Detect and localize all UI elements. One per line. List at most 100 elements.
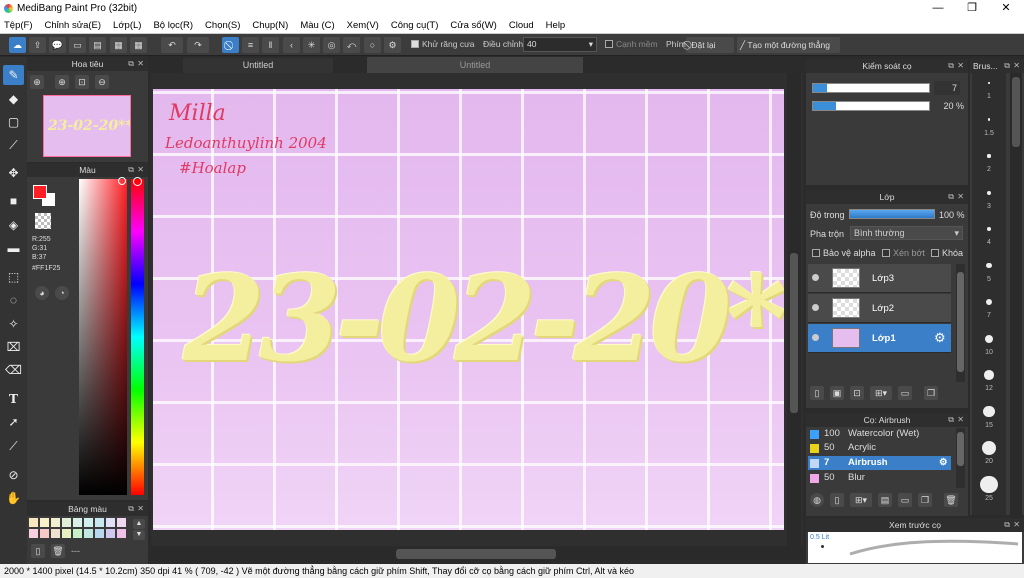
menu-color[interactable]: Màu (C): [300, 20, 334, 31]
palette-swatch[interactable]: [51, 518, 60, 527]
popout-icon[interactable]: ⧉: [128, 163, 134, 177]
menu-filter[interactable]: Bộ lọc(R): [153, 20, 193, 31]
color-settings-icon[interactable]: ◔: [55, 286, 69, 300]
brush-size-dot[interactable]: [988, 82, 990, 84]
popout-icon[interactable]: ⧉: [128, 502, 134, 516]
document-icon[interactable]: ▤: [89, 37, 106, 53]
palette-more-icon[interactable]: ---: [71, 546, 80, 556]
palette-up-icon[interactable]: ▲: [133, 519, 145, 529]
close-icon[interactable]: ✕: [957, 413, 964, 427]
brush-size-value[interactable]: 7: [934, 81, 960, 95]
layer-settings-gear-icon[interactable]: ⚙: [934, 330, 946, 346]
minimize-button[interactable]: —: [921, 0, 955, 17]
brush-size-dot[interactable]: [985, 334, 993, 343]
palette-swatch[interactable]: [73, 518, 82, 527]
clipping-checkbox[interactable]: Xén bớt: [882, 248, 925, 258]
brush-settings-gear-icon[interactable]: ⚙: [939, 456, 948, 470]
snap-off-icon[interactable]: ⃠: [222, 37, 239, 53]
operation-tool-icon[interactable]: ➚: [3, 412, 24, 432]
visibility-icon[interactable]: [812, 274, 819, 281]
radial-snap-icon[interactable]: ✳: [303, 37, 320, 53]
brush-bucket-icon[interactable]: ◍: [810, 493, 824, 507]
palette-swatch[interactable]: [51, 529, 60, 538]
fill-rect-tool-icon[interactable]: ■: [3, 191, 24, 211]
delete-palette-icon[interactable]: 🗑: [51, 544, 65, 558]
palette-swatch[interactable]: [84, 529, 93, 538]
parallel-snap-icon[interactable]: ≡: [242, 37, 259, 53]
brush-size-dot[interactable]: [986, 226, 992, 232]
brush-size-slider[interactable]: [812, 83, 930, 93]
tab-untitled-2[interactable]: Untitled: [367, 57, 583, 73]
brush-folder-icon[interactable]: ▭: [898, 493, 912, 507]
popout-icon[interactable]: ⧉: [1004, 59, 1010, 73]
actual-size-icon[interactable]: ⊡: [75, 75, 89, 89]
grid-icon[interactable]: ▦: [130, 37, 147, 53]
layer-scrollbar[interactable]: [956, 264, 965, 382]
drawing-canvas[interactable]: Milla Ledoanthuylinh 2004 #Hoalap 23-02-…: [153, 89, 784, 530]
select-rect-icon[interactable]: ⬚: [3, 267, 24, 287]
new-layer-alt-icon[interactable]: ▣: [830, 386, 844, 400]
brush-item-airbrush[interactable]: 7 Airbrush ⚙: [808, 456, 951, 470]
palette-swatch[interactable]: [62, 518, 71, 527]
close-icon[interactable]: ✕: [137, 57, 144, 71]
vanish-snap-icon[interactable]: ‹: [283, 37, 300, 53]
copy-layer-icon[interactable]: ⊡: [850, 386, 864, 400]
curve-snap-icon[interactable]: ⤺: [343, 37, 360, 53]
magic-wand-icon[interactable]: ✧: [3, 314, 24, 334]
palette-down-icon[interactable]: ▼: [133, 530, 145, 540]
palette-swatch[interactable]: [95, 529, 104, 538]
duplicate-layer-icon[interactable]: ❐: [924, 386, 938, 400]
brush-size-dot[interactable]: [987, 154, 991, 158]
cloud-icon[interactable]: ☁: [9, 37, 26, 53]
palette-swatch[interactable]: [106, 529, 115, 538]
share-icon[interactable]: ⇪: [29, 37, 46, 53]
blend-mode-select[interactable]: Bình thường ▾: [850, 226, 963, 240]
brush-item-blur[interactable]: 50 Blur: [808, 471, 951, 485]
brush-size-dot[interactable]: [986, 262, 992, 269]
soft-edge-checkbox[interactable]: Cạnh mềm: [605, 39, 658, 49]
comment-icon[interactable]: 💬: [49, 37, 66, 53]
new-brush-icon[interactable]: ▯: [830, 493, 844, 507]
vertical-scroll-thumb[interactable]: [790, 253, 798, 413]
brush-opacity-value[interactable]: 20 %: [934, 99, 964, 113]
layer-scroll-thumb[interactable]: [957, 272, 964, 372]
reset-button[interactable]: ⃠ Đặt lại: [686, 37, 734, 53]
menu-help[interactable]: Help: [546, 20, 566, 31]
close-icon[interactable]: ✕: [957, 59, 964, 73]
layer-item-lop2[interactable]: Lớp2: [808, 294, 951, 323]
palette-swatch[interactable]: [106, 518, 115, 527]
add-palette-icon[interactable]: ▯: [31, 544, 45, 558]
popout-icon[interactable]: ⧉: [1004, 518, 1010, 532]
palette-swatch[interactable]: [117, 529, 126, 538]
eraser-tool-icon[interactable]: ◆: [3, 89, 24, 109]
chat-icon[interactable]: ▭: [69, 37, 86, 53]
palette-swatch[interactable]: [117, 518, 126, 527]
select-eraser-icon[interactable]: ⌫: [3, 360, 24, 380]
brush-size-dot[interactable]: [980, 475, 998, 494]
brush-edit-icon[interactable]: ▤: [878, 493, 892, 507]
adjust-select[interactable]: 40 ▾: [523, 37, 597, 52]
eyedropper-tool-icon[interactable]: ⊘: [3, 465, 24, 485]
palette-swatch[interactable]: [29, 518, 38, 527]
popout-icon[interactable]: ⧉: [128, 57, 134, 71]
divide-tool-icon[interactable]: ⟋: [3, 436, 24, 456]
undo-icon[interactable]: ↶: [161, 37, 183, 53]
popout-icon[interactable]: ⧉: [948, 59, 954, 73]
layer-item-lop1[interactable]: Lớp1 ⚙: [808, 324, 951, 353]
saturation-value-picker[interactable]: [79, 179, 127, 495]
brush-size-dot[interactable]: [984, 370, 994, 380]
straight-line-button[interactable]: ╱ Tạo một đường thẳng: [737, 37, 840, 53]
menu-cloud[interactable]: Cloud: [509, 20, 534, 31]
ellipse-snap-icon[interactable]: ○: [364, 37, 381, 53]
brush-size-dot[interactable]: [983, 405, 995, 418]
hand-tool-icon[interactable]: ✋: [3, 488, 24, 508]
lock-checkbox[interactable]: Khóa: [931, 248, 963, 258]
antialias-checkbox[interactable]: Khử răng cưa: [411, 39, 475, 49]
brush-size-dot[interactable]: [981, 440, 997, 456]
hue-slider[interactable]: [131, 179, 144, 495]
close-icon[interactable]: ✕: [957, 190, 964, 204]
palette-swatch[interactable]: [95, 518, 104, 527]
palette-swatch[interactable]: [40, 518, 49, 527]
move-tool-icon[interactable]: ✥: [3, 163, 24, 183]
line-tool-icon[interactable]: ⟋: [3, 135, 24, 155]
